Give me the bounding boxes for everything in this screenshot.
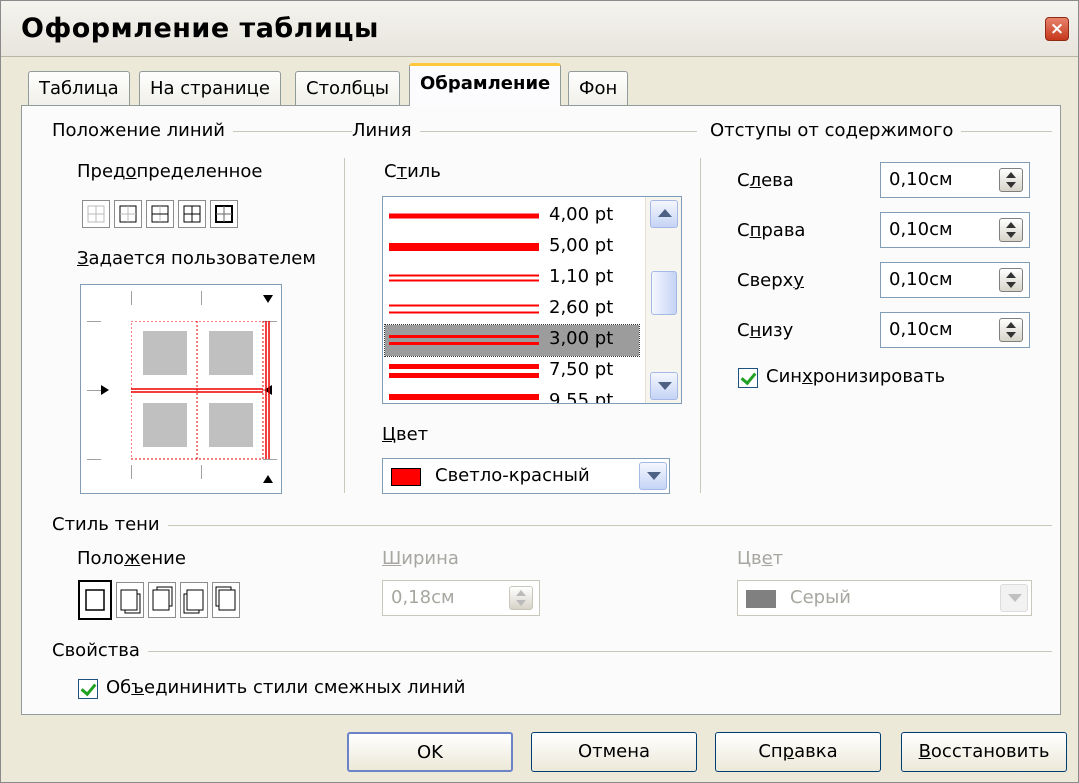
border-preview-svg (130, 320, 270, 460)
shadow-width-label: Ширина (382, 548, 459, 569)
default-label: Предопределенное (77, 161, 263, 182)
spin-button-icon (509, 586, 533, 610)
shadow-color-label: Цвет (737, 548, 784, 569)
shadow-color-select: Серый (737, 580, 1032, 616)
arrow-right-icon (101, 385, 109, 395)
shadow-width-field: 0,18см (382, 580, 540, 616)
dialog-window: Оформление таблицы × Таблица На странице… (0, 0, 1079, 783)
line-sample (389, 335, 539, 345)
shadow-bottom-left-icon[interactable] (180, 582, 208, 618)
spin-button-icon[interactable] (999, 318, 1023, 342)
borders-panel: Положение линий Предопределенное Задаетс… (21, 105, 1061, 715)
shadow-heading: Стиль тени (52, 514, 168, 535)
line-style-label: 3,00 pt (549, 328, 614, 349)
line-style-item[interactable]: 7,50 pt (385, 356, 639, 387)
line-sample (389, 274, 539, 282)
spacing-left-field[interactable]: 0,10см (880, 162, 1030, 198)
line-style-item[interactable]: 9,55 pt (385, 387, 639, 404)
spin-button-icon[interactable] (999, 268, 1023, 292)
line-color-select[interactable]: Светло-красный (382, 458, 670, 494)
color-swatch (746, 590, 776, 608)
color-swatch (391, 468, 421, 486)
spin-button-icon[interactable] (999, 168, 1023, 192)
line-style-label: 1,10 pt (549, 266, 614, 287)
chevron-down-icon[interactable] (639, 462, 667, 490)
spacing-top-label: Сверху (737, 270, 804, 291)
arrow-down-icon (263, 295, 273, 303)
scroll-thumb[interactable] (651, 271, 677, 315)
divider (52, 525, 1052, 526)
spacing-right-field[interactable]: 0,10см (880, 212, 1030, 248)
line-style-item[interactable]: 5,00 pt (385, 232, 639, 263)
arrow-up-icon (263, 475, 273, 483)
scroll-down-icon[interactable] (650, 372, 678, 400)
shadow-top-right-icon[interactable] (148, 582, 176, 618)
line-sample (389, 394, 539, 400)
line-style-item[interactable]: 1,10 pt (385, 263, 639, 294)
line-color-label: Цвет (382, 424, 429, 445)
line-style-item[interactable]: 3,00 pt (384, 324, 640, 357)
spacing-bottom-label: Снизу (737, 320, 794, 341)
style-label: Стиль (384, 161, 441, 182)
user-defined-label: Задается пользователем (77, 248, 316, 269)
chevron-down-icon (1000, 584, 1028, 612)
line-style-label: 7,50 pt (549, 359, 614, 380)
line-heading: Линия (352, 120, 420, 141)
tab-page[interactable]: На странице (139, 71, 281, 107)
line-style-label: 9,55 pt (549, 390, 614, 404)
sync-label: Синхронизировать (766, 366, 946, 387)
outer-horizontal-icon[interactable] (146, 200, 174, 228)
line-style-label: 2,60 pt (549, 297, 614, 318)
merge-adjacent-checkbox[interactable] (78, 679, 98, 699)
line-style-item[interactable]: 4,00 pt (385, 201, 639, 232)
ok-button[interactable]: OK (347, 732, 513, 772)
close-icon[interactable]: × (1045, 17, 1069, 41)
no-shadow-icon[interactable] (78, 580, 112, 620)
shadow-bottom-right-icon[interactable] (116, 582, 144, 618)
spacing-top-field[interactable]: 0,10см (880, 262, 1030, 298)
properties-heading: Свойства (52, 640, 148, 661)
title-bar: Оформление таблицы × (1, 1, 1078, 57)
shadow-position-label: Положение (77, 548, 186, 569)
merge-adjacent-label: Объедининить стили смежных линий (106, 677, 466, 698)
spacing-bottom-field[interactable]: 0,10см (880, 312, 1030, 348)
tab-columns[interactable]: Столбцы (295, 71, 401, 107)
shadow-color-value: Серый (790, 587, 851, 608)
reset-button[interactable]: Восстановить (901, 732, 1067, 772)
spacing-left-label: Слева (737, 170, 794, 191)
line-sample (389, 364, 539, 378)
cancel-button[interactable]: Отмена (531, 732, 697, 772)
no-borders-icon[interactable] (82, 200, 110, 228)
user-defined-border-preview[interactable] (80, 284, 282, 494)
outer-border-icon[interactable] (114, 200, 142, 228)
divider (700, 158, 701, 493)
outer-all-inner-icon[interactable] (178, 200, 206, 228)
line-arrangement-heading: Положение линий (52, 120, 233, 141)
outer-inner-thin-icon[interactable] (210, 200, 238, 228)
line-style-item[interactable]: 2,60 pt (385, 294, 639, 325)
help-button[interactable]: Справка (715, 732, 881, 772)
line-style-scrollbar[interactable] (645, 197, 681, 403)
line-style-label: 5,00 pt (549, 235, 614, 256)
line-sample (389, 243, 539, 251)
line-color-value: Светло-красный (435, 465, 590, 486)
divider (52, 651, 1052, 652)
line-sample (389, 213, 539, 219)
spin-button-icon[interactable] (999, 218, 1023, 242)
divider (344, 158, 345, 493)
spacing-right-label: Справа (737, 220, 806, 241)
tab-table[interactable]: Таблица (28, 71, 130, 107)
spacing-heading: Отступы от содержимого (710, 120, 962, 141)
line-style-label: 4,00 pt (549, 204, 614, 225)
tab-borders[interactable]: Обрамление (409, 63, 562, 106)
line-style-list[interactable]: 4,00 pt 5,00 pt 1,10 pt 2,60 pt 3,00 pt 7,50 … (382, 196, 682, 404)
shadow-top-left-icon[interactable] (212, 582, 240, 618)
sync-checkbox[interactable] (738, 368, 758, 388)
window-title: Оформление таблицы (21, 13, 379, 44)
tab-background[interactable]: Фон (568, 71, 629, 107)
scroll-up-icon[interactable] (650, 200, 678, 228)
line-sample (389, 304, 539, 314)
